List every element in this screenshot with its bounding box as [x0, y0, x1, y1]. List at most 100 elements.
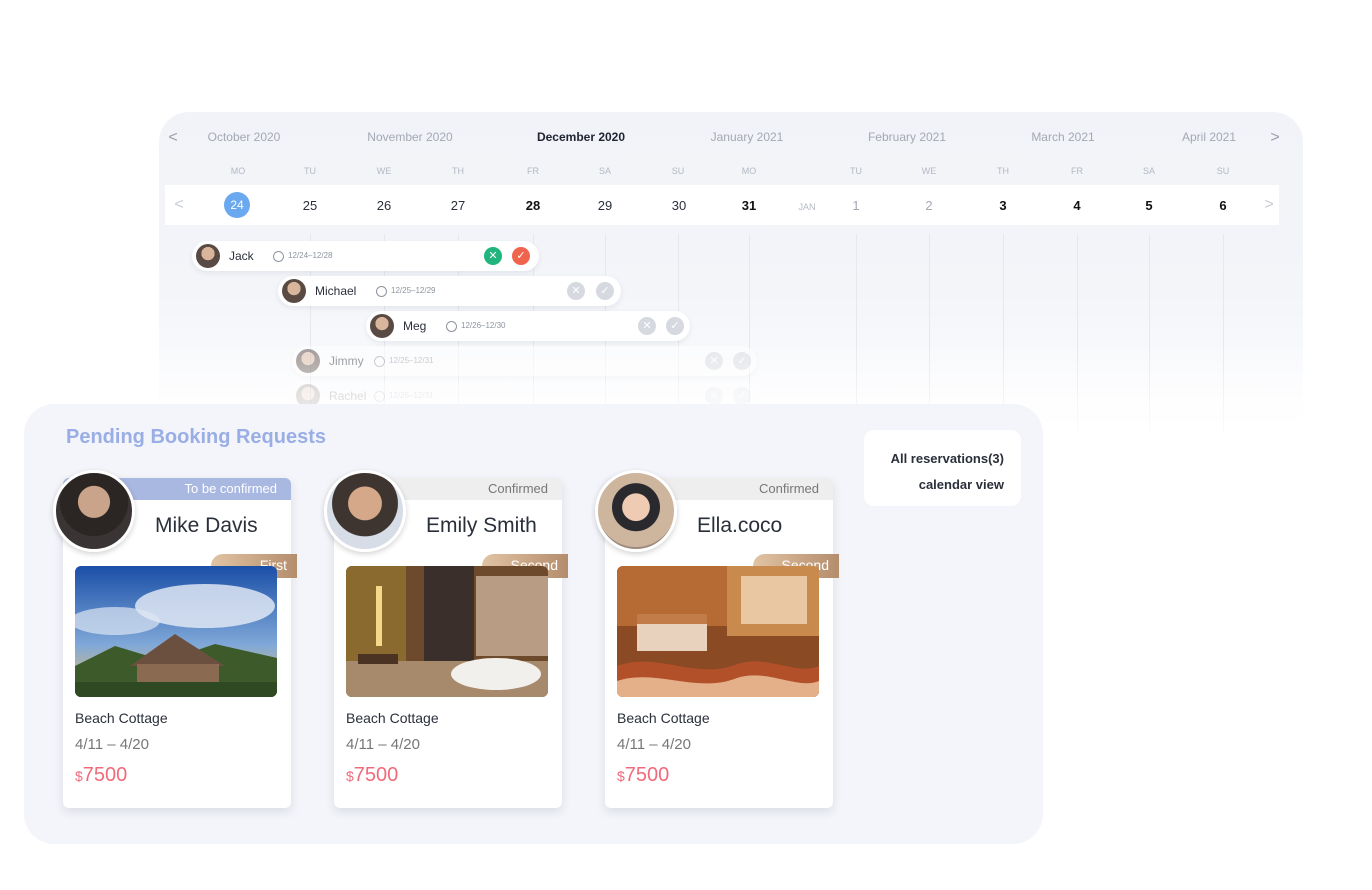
stay-dates: 4/11 – 4/20 — [617, 736, 691, 753]
avatar — [282, 279, 306, 303]
next-month-button[interactable]: > — [1265, 126, 1285, 150]
booking-card[interactable]: Confirmed Emily Smith Second Beach Cotta… — [324, 470, 568, 808]
avatar — [296, 349, 320, 373]
prev-month-button[interactable]: < — [163, 126, 183, 150]
section-title: Pending Booking Requests — [66, 426, 327, 448]
currency-symbol: $ — [617, 768, 625, 784]
booking-calendar: < October 2020 November 2020 December 20… — [159, 112, 1303, 442]
property-photo[interactable] — [346, 566, 548, 697]
guest-name: Rachel — [329, 389, 367, 403]
weekday-label: WE — [376, 166, 392, 176]
guest-name: Jimmy — [329, 354, 364, 368]
clock-icon — [374, 391, 385, 402]
decline-button[interactable]: ✕ — [484, 247, 502, 265]
date-strip: < 24 25 26 27 28 29 30 31 JAN 1 2 3 4 5 … — [165, 185, 1279, 225]
clock-icon — [374, 356, 385, 367]
date-cell[interactable]: 3 — [999, 198, 1006, 213]
property-name: Beach Cottage — [75, 710, 168, 726]
avatar — [595, 470, 677, 552]
date-cell[interactable]: 25 — [303, 198, 317, 213]
property-name: Beach Cottage — [617, 710, 710, 726]
month-strip: < October 2020 November 2020 December 20… — [159, 126, 1303, 148]
weekday-label: SU — [671, 166, 685, 176]
decline-button[interactable]: ✕ — [705, 352, 723, 370]
date-cell[interactable]: 27 — [451, 198, 465, 213]
grid-line — [1077, 234, 1078, 434]
clock-icon — [446, 321, 457, 332]
booking-bar[interactable]: Jimmy 12/25–12/31 ✕ ✓ — [292, 346, 757, 376]
month-label[interactable]: March 2021 — [1031, 130, 1094, 144]
weekday-label: TH — [452, 166, 464, 176]
weekday-label: FR — [1071, 166, 1083, 176]
month-label[interactable]: October 2020 — [208, 130, 281, 144]
booking-card[interactable]: To be confirmed Mike Davis First Beach C… — [53, 470, 297, 808]
guest-name: Meg — [403, 319, 427, 333]
currency-symbol: $ — [75, 768, 83, 784]
next-week-button[interactable]: > — [1259, 193, 1279, 217]
currency-symbol: $ — [346, 768, 354, 784]
date-cell[interactable]: 5 — [1145, 198, 1152, 213]
date-cell[interactable]: 6 — [1219, 198, 1226, 213]
booking-bar[interactable]: Meg 12/26–12/30 ✕ ✓ — [366, 311, 690, 341]
price: $7500 — [75, 764, 127, 787]
avatar — [196, 244, 220, 268]
weekday-label: FR — [527, 166, 539, 176]
month-label-active[interactable]: December 2020 — [537, 130, 625, 144]
property-photo[interactable] — [617, 566, 819, 697]
price: $7500 — [346, 764, 398, 787]
accept-button[interactable]: ✓ — [666, 317, 684, 335]
cottage-image — [75, 566, 277, 697]
date-range: 12/26–12/30 — [461, 321, 506, 330]
property-photo[interactable] — [75, 566, 277, 697]
pending-requests-panel: Pending Booking Requests All reservation… — [24, 404, 1043, 844]
booking-bar[interactable]: Michael 12/25–12/29 ✕ ✓ — [278, 276, 621, 306]
date-range: 12/24–12/28 — [288, 251, 333, 260]
date-cell[interactable]: 1 — [852, 198, 859, 213]
weekday-label: SA — [1142, 166, 1156, 176]
booking-card[interactable]: Confirmed Ella.coco Second Beach Cottage… — [595, 470, 839, 808]
decline-button[interactable]: ✕ — [638, 317, 656, 335]
guest-name: Emily Smith — [426, 514, 537, 537]
date-cell[interactable]: 26 — [377, 198, 391, 213]
weekday-label: SA — [598, 166, 612, 176]
decline-button[interactable]: ✕ — [705, 387, 723, 405]
grid-line — [1223, 234, 1224, 434]
guest-name: Mike Davis — [155, 514, 258, 537]
grid-line — [1149, 234, 1150, 434]
weekday-row: MO TU WE TH FR SA SU MO TU WE TH FR SA S… — [159, 166, 1303, 180]
clock-icon — [376, 286, 387, 297]
property-name: Beach Cottage — [346, 710, 439, 726]
accept-button[interactable]: ✓ — [733, 352, 751, 370]
month-label[interactable]: November 2020 — [367, 130, 452, 144]
all-reservations-link[interactable]: All reservations(3) — [864, 446, 1004, 472]
stay-dates: 4/11 – 4/20 — [75, 736, 149, 753]
price-amount: 7500 — [624, 764, 670, 786]
bedroom-image — [617, 566, 819, 697]
date-cell[interactable]: 4 — [1073, 198, 1080, 213]
date-cell[interactable]: 29 — [598, 198, 612, 213]
date-cell[interactable]: 30 — [672, 198, 686, 213]
date-today[interactable]: 24 — [224, 192, 250, 218]
date-cell[interactable]: 28 — [526, 198, 540, 213]
booking-bar[interactable]: Jack 12/24–12/28 ✕ ✓ — [192, 241, 539, 271]
price-amount: 7500 — [353, 764, 399, 786]
price: $7500 — [617, 764, 669, 787]
decline-button[interactable]: ✕ — [567, 282, 585, 300]
month-label[interactable]: February 2021 — [868, 130, 946, 144]
weekday-label: MO — [230, 166, 246, 176]
weekday-label: WE — [921, 166, 937, 176]
date-cell[interactable]: 31 — [742, 198, 756, 213]
accept-button[interactable]: ✓ — [512, 247, 530, 265]
month-label[interactable]: January 2021 — [711, 130, 784, 144]
weekday-label: TU — [850, 166, 862, 176]
prev-week-button[interactable]: < — [169, 193, 189, 217]
accept-button[interactable]: ✓ — [596, 282, 614, 300]
clock-icon — [273, 251, 284, 262]
calendar-view-link[interactable]: calendar view — [864, 472, 1004, 498]
weekday-label: MO — [741, 166, 757, 176]
date-cell[interactable]: 2 — [925, 198, 932, 213]
month-label[interactable]: April 2021 — [1182, 130, 1236, 144]
accept-button[interactable]: ✓ — [733, 387, 751, 405]
date-range: 12/25–12/31 — [389, 391, 434, 400]
guest-name: Michael — [315, 284, 357, 298]
